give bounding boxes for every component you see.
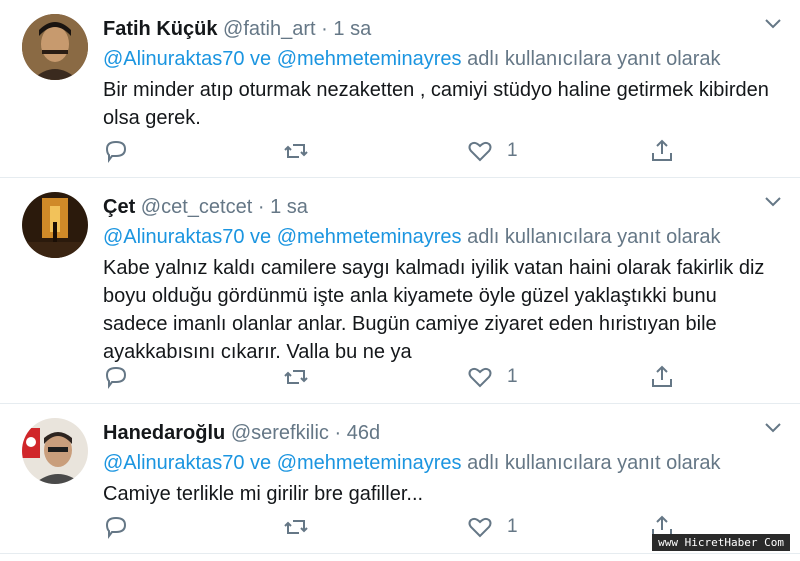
retweet-icon (284, 520, 308, 534)
retweet-icon (284, 370, 308, 384)
share-icon (652, 365, 672, 387)
user-handle[interactable]: @serefkilic (231, 422, 329, 444)
retweet-button[interactable] (283, 137, 309, 165)
display-name[interactable]: Fatih Küçük (103, 18, 217, 40)
tweet-text: Bir minder atıp oturmak nezaketten , cam… (103, 79, 769, 129)
retweet-button[interactable] (283, 513, 309, 541)
replying-to: @Alinuraktas70 ve @mehmeteminayres adlı … (103, 222, 770, 252)
share-icon (652, 139, 672, 161)
separator: · (334, 422, 342, 444)
display-name[interactable]: Çet (103, 196, 135, 218)
timestamp[interactable]: 46d (347, 422, 380, 444)
like-icon (468, 367, 492, 388)
reply-mention-link[interactable]: @Alinuraktas70 ve @mehmeteminayres (103, 48, 462, 70)
replying-to: @Alinuraktas70 ve @mehmeteminayres adlı … (103, 448, 770, 478)
reply-button[interactable] (103, 513, 129, 541)
replying-to: @Alinuraktas70 ve @mehmeteminayres adlı … (103, 44, 770, 74)
chevron-down-icon[interactable] (764, 422, 782, 434)
tweet[interactable]: Fatih Küçük @fatih_art · 1 sa @Alinurakt… (0, 0, 800, 178)
tweet-text: Camiye terlikle mi girilir bre gafiller.… (103, 483, 424, 505)
separator: · (257, 196, 265, 218)
reply-mention-link[interactable]: @Alinuraktas70 ve @mehmeteminayres (103, 226, 462, 248)
chevron-down-icon[interactable] (764, 18, 782, 30)
reply-button[interactable] (103, 363, 129, 391)
reply-suffix: adlı kullanıcılara yanıt olarak (461, 48, 721, 70)
retweet-icon (284, 144, 308, 158)
like-count: 1 (507, 366, 518, 387)
tweet-text: Kabe yalnız kaldı camilere saygı kalmadı… (103, 257, 765, 363)
display-name[interactable]: Hanedaroğlu (103, 422, 225, 444)
like-icon (468, 517, 492, 538)
reply-button[interactable] (103, 137, 129, 165)
chevron-down-icon[interactable] (764, 196, 782, 208)
retweet-button[interactable] (283, 363, 309, 391)
watermark: www HicretHaber Com (652, 534, 790, 551)
reply-mention-link[interactable]: @Alinuraktas70 ve @mehmeteminayres (103, 452, 462, 474)
separator: · (321, 18, 328, 40)
reply-suffix: adlı kullanıcılara yanıt olarak (461, 452, 721, 474)
tweet[interactable]: Hanedaroğlu @serefkilic · 46d @Alinurakt… (0, 404, 800, 554)
like-count: 1 (507, 140, 518, 161)
like-button[interactable]: 1 (467, 513, 518, 541)
reply-suffix: adlı kullanıcılara yanıt olarak (461, 226, 721, 248)
like-button[interactable]: 1 (467, 363, 518, 391)
tweet[interactable]: Çet @cet_cetcet · 1 sa @Alinuraktas70 ve… (0, 178, 800, 404)
reply-icon (105, 140, 127, 163)
like-button[interactable]: 1 (467, 137, 518, 165)
like-icon (468, 141, 492, 162)
reply-icon (105, 516, 127, 539)
avatar[interactable] (22, 418, 88, 484)
timestamp[interactable]: 1 sa (333, 18, 371, 40)
share-button[interactable] (649, 363, 675, 391)
user-handle[interactable]: @fatih_art (223, 18, 316, 40)
timestamp[interactable]: 1 sa (270, 196, 308, 218)
avatar[interactable] (22, 14, 88, 80)
avatar[interactable] (22, 192, 88, 258)
user-handle[interactable]: @cet_cetcet (141, 196, 252, 218)
like-count: 1 (507, 516, 518, 537)
share-button[interactable] (649, 137, 675, 165)
reply-icon (105, 366, 127, 389)
